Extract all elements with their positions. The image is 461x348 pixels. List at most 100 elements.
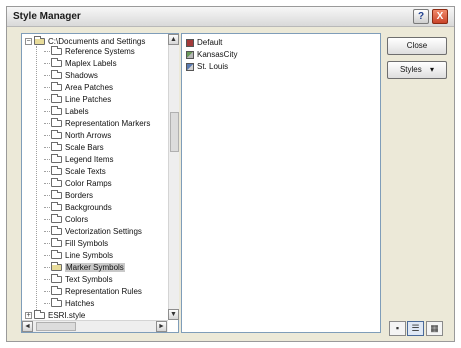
folder-icon — [51, 46, 62, 56]
folder-icon — [51, 166, 62, 176]
folder-icon — [34, 310, 45, 320]
tree-item-label: Representation Rules — [65, 287, 142, 296]
style-default-icon — [186, 38, 194, 47]
tree-item-line-patches[interactable]: Line Patches — [44, 94, 112, 105]
tree-item-colors[interactable]: Colors — [44, 214, 89, 225]
tree-item-line-symbols[interactable]: Line Symbols — [44, 250, 114, 261]
list-view-icon[interactable]: ☰ — [407, 321, 424, 336]
scroll-down-arrow-icon[interactable]: ▼ — [168, 309, 179, 320]
expand-icon[interactable]: + — [25, 312, 32, 320]
tree-item-label: Text Symbols — [65, 275, 113, 284]
tree-item-text-symbols[interactable]: Text Symbols — [44, 274, 113, 285]
folder-icon — [51, 58, 62, 68]
tree-item-label: Maplex Labels — [65, 59, 117, 68]
tree-item-backgrounds[interactable]: Backgrounds — [44, 202, 112, 213]
close-button[interactable]: Close — [387, 37, 447, 55]
tree-horizontal-scrollbar[interactable]: ◄ ► — [22, 320, 168, 332]
tree-item-maplex-labels[interactable]: Maplex Labels — [44, 58, 117, 69]
tree-item-label: Line Patches — [65, 95, 112, 104]
list-item-default-style[interactable]: Default — [186, 38, 222, 48]
tree-item-color-ramps[interactable]: Color Ramps — [44, 178, 112, 189]
tree-item-scale-bars[interactable]: Scale Bars — [44, 142, 104, 153]
folder-icon — [51, 142, 62, 152]
style-manager-dialog: Style Manager ? X − C:\Documents and Sett… — [6, 6, 455, 342]
tree-item-label: Legend Items — [65, 155, 114, 164]
tree-root-label: ESRI.style — [48, 311, 86, 320]
tree-item-label: Vectorization Settings — [65, 227, 142, 236]
tree-item-label: North Arrows — [65, 131, 112, 140]
folder-icon — [51, 298, 62, 308]
tree-item-label: Labels — [65, 107, 89, 116]
folder-icon — [51, 106, 62, 116]
tree-item-borders[interactable]: Borders — [44, 190, 93, 201]
folder-icon — [51, 130, 62, 140]
tree-item-label: Representation Markers — [65, 119, 151, 128]
scrollbar-thumb[interactable] — [170, 112, 179, 152]
scroll-right-arrow-icon[interactable]: ► — [156, 321, 167, 332]
tree-root-label: C:\Documents and Settings — [48, 37, 146, 46]
tree-item-label: Scale Texts — [65, 167, 106, 176]
folder-open-icon — [34, 36, 45, 46]
tree-item-reference-systems[interactable]: Reference Systems — [44, 46, 135, 57]
window-close-button[interactable]: X — [432, 9, 448, 24]
folder-icon — [51, 202, 62, 212]
folder-icon — [51, 286, 62, 296]
folder-icon — [51, 82, 62, 92]
collapse-icon[interactable]: − — [25, 38, 32, 46]
tree-item-label: Colors — [65, 215, 89, 224]
tree-item-label: Backgrounds — [65, 203, 112, 212]
styles-button-label: Styles — [399, 65, 422, 74]
folder-icon — [51, 226, 62, 236]
folder-icon — [51, 190, 62, 200]
style-tree-panel: − C:\Documents and Settings Reference Sys… — [21, 33, 179, 333]
title-bar[interactable]: Style Manager ? X — [7, 7, 454, 27]
tree-connector-line — [36, 46, 37, 314]
list-item-stlouis-style[interactable]: St. Louis — [186, 62, 228, 72]
list-item-label: St. Louis — [197, 62, 229, 71]
dialog-title: Style Manager — [13, 11, 81, 22]
large-icons-view-icon[interactable]: ▪ — [389, 321, 406, 336]
tree-item-label: Area Patches — [65, 83, 114, 92]
list-item-kansascity-style[interactable]: KansasCity — [186, 50, 237, 60]
tree-item-area-patches[interactable]: Area Patches — [44, 82, 114, 93]
tree-item-labels[interactable]: Labels — [44, 106, 89, 117]
scroll-up-arrow-icon[interactable]: ▲ — [168, 34, 179, 45]
dropdown-arrow-icon: ▾ — [430, 65, 435, 74]
scroll-left-arrow-icon[interactable]: ◄ — [22, 321, 33, 332]
list-item-label: KansasCity — [197, 50, 238, 59]
tree-root-esri-style[interactable]: + ESRI.style — [25, 310, 86, 320]
style-stlouis-icon — [186, 62, 194, 71]
tree-item-label: Marker Symbols — [65, 263, 125, 272]
scrollbar-thumb[interactable] — [36, 322, 76, 331]
tree-item-representation-markers[interactable]: Representation Markers — [44, 118, 151, 129]
tree-item-north-arrows[interactable]: North Arrows — [44, 130, 112, 141]
folder-open-icon — [51, 262, 62, 272]
folder-icon — [51, 70, 62, 80]
tree-item-scale-texts[interactable]: Scale Texts — [44, 166, 106, 177]
folder-icon — [51, 250, 62, 260]
tree-item-label: Line Symbols — [65, 251, 114, 260]
tree-item-hatches[interactable]: Hatches — [44, 298, 95, 309]
tree-item-fill-symbols[interactable]: Fill Symbols — [44, 238, 108, 249]
tree-item-label: Scale Bars — [65, 143, 104, 152]
styles-dropdown-button[interactable]: Styles ▾ — [387, 61, 447, 79]
tree-item-label: Shadows — [65, 71, 98, 80]
tree-root-documents[interactable]: − C:\Documents and Settings — [25, 36, 146, 47]
tree-item-representation-rules[interactable]: Representation Rules — [44, 286, 142, 297]
help-button[interactable]: ? — [413, 9, 429, 24]
tree-item-label: Reference Systems — [65, 47, 135, 56]
folder-icon — [51, 154, 62, 164]
list-item-label: Default — [197, 38, 223, 47]
folder-icon — [51, 238, 62, 248]
tree-vertical-scrollbar[interactable]: ▲ ▼ — [168, 34, 179, 320]
folder-icon — [51, 274, 62, 284]
tree-item-marker-symbols[interactable]: Marker Symbols — [44, 262, 125, 273]
tree-item-legend-items[interactable]: Legend Items — [44, 154, 114, 165]
tree-item-shadows[interactable]: Shadows — [44, 70, 98, 81]
tree-view: − C:\Documents and Settings Reference Sys… — [22, 34, 168, 320]
style-kansascity-icon — [186, 50, 194, 59]
tree-item-label: Hatches — [65, 299, 95, 308]
details-view-icon[interactable]: ▦ — [426, 321, 443, 336]
style-list-panel: Default KansasCity St. Louis — [181, 33, 381, 333]
tree-item-vectorization-settings[interactable]: Vectorization Settings — [44, 226, 142, 237]
